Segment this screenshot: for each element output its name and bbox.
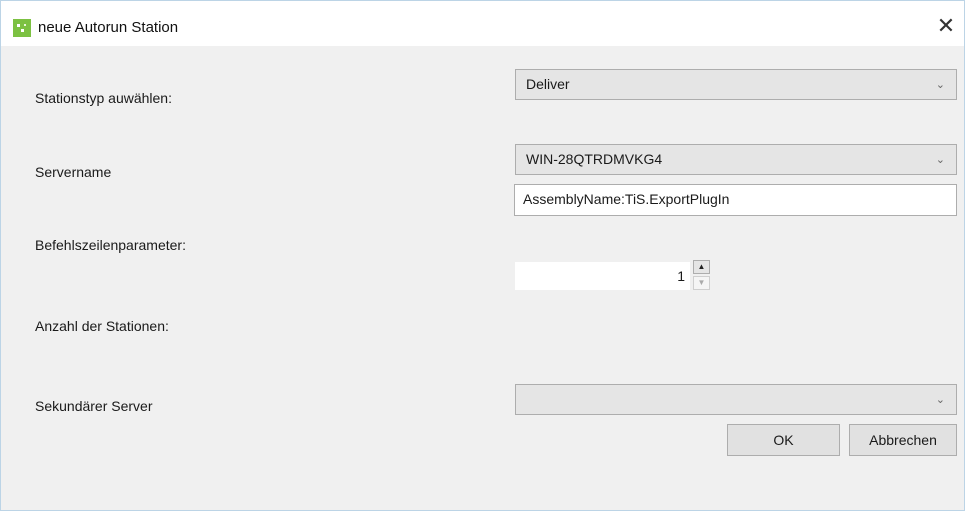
station-count-label: Anzahl der Stationen: — [35, 318, 169, 334]
command-line-label: Befehlszeilenparameter: — [35, 237, 186, 253]
dialog-window: neue Autorun Station ✕ Stationstyp auwäh… — [0, 0, 965, 511]
station-count-input[interactable]: 1 — [515, 262, 690, 290]
chevron-down-icon: ⌄ — [935, 79, 945, 91]
secondary-server-label: Sekundärer Server — [35, 398, 153, 414]
ok-button[interactable]: OK — [727, 424, 840, 456]
server-name-value: WIN-28QTRDMVKG4 — [526, 151, 663, 167]
station-type-label: Stationstyp auwählen: — [35, 90, 172, 106]
spin-up-icon[interactable]: ▲ — [693, 260, 710, 274]
chevron-down-icon: ⌄ — [935, 154, 945, 166]
server-name-label: Servername — [35, 164, 112, 180]
chevron-down-icon: ⌄ — [935, 394, 945, 406]
spin-down-icon[interactable]: ▼ — [693, 276, 710, 290]
title-bar: neue Autorun Station ✕ — [1, 1, 964, 46]
server-name-dropdown[interactable]: WIN-28QTRDMVKG4 ⌄ — [515, 144, 957, 175]
window-title: neue Autorun Station — [38, 19, 179, 36]
command-line-input[interactable]: AssemblyName:TiS.ExportPlugIn — [514, 184, 957, 216]
station-type-value: Deliver — [526, 76, 570, 92]
secondary-server-dropdown[interactable]: ⌄ — [515, 384, 957, 415]
command-line-value: AssemblyName:TiS.ExportPlugIn — [523, 191, 730, 207]
station-count-value: 1 — [677, 268, 685, 284]
app-icon — [13, 19, 31, 37]
cancel-button[interactable]: Abbrechen — [849, 424, 957, 456]
dialog-content: Stationstyp auwählen: Deliver ⌄ Serverna… — [1, 46, 964, 510]
station-type-dropdown[interactable]: Deliver ⌄ — [515, 69, 957, 100]
close-icon[interactable]: ✕ — [928, 11, 964, 43]
